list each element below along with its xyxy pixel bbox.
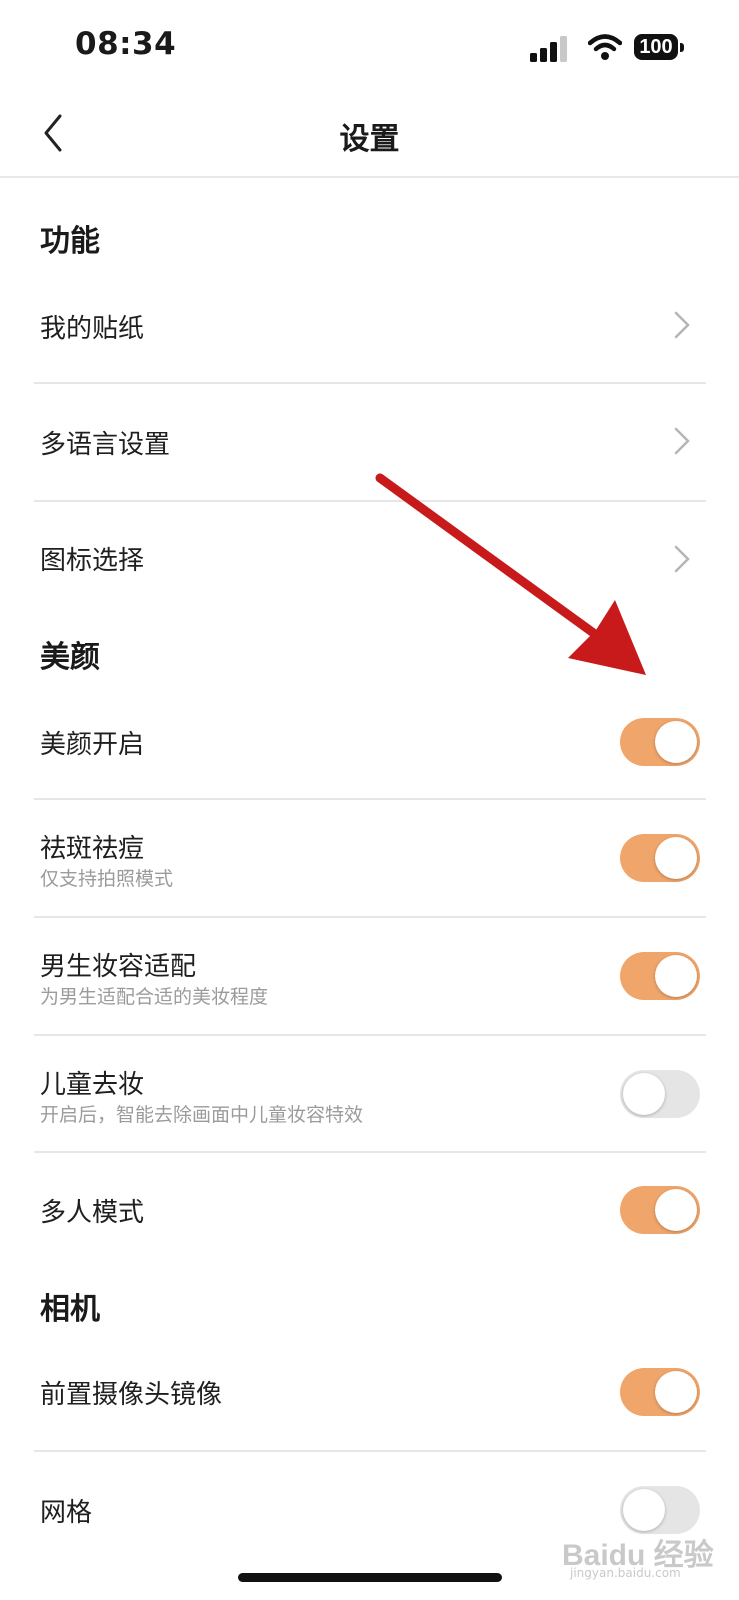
section-title-camera: 相机 bbox=[40, 1292, 100, 1327]
toggle-knob bbox=[655, 837, 697, 879]
toggle-knob bbox=[623, 1489, 665, 1531]
beauty-on-toggle[interactable] bbox=[620, 718, 700, 766]
nav-bar: 设置 bbox=[0, 96, 739, 178]
section-title-features: 功能 bbox=[40, 224, 100, 259]
row-label: 儿童去妆 bbox=[40, 1070, 145, 1100]
chevron-right-icon bbox=[674, 427, 690, 455]
toggle-knob bbox=[655, 721, 697, 763]
multi-person-toggle[interactable] bbox=[620, 1186, 700, 1234]
row-label: 多语言设置 bbox=[40, 430, 171, 460]
row-label: 美颜开启 bbox=[40, 730, 145, 760]
toggle-knob bbox=[655, 955, 697, 997]
row-sublabel: 仅支持拍照模式 bbox=[40, 868, 174, 890]
watermark-url: jingyan.baidu.com bbox=[570, 1566, 681, 1580]
row-multi-person: 多人模式 bbox=[34, 1168, 706, 1254]
battery-icon: 100 bbox=[634, 34, 686, 64]
front-mirror-toggle[interactable] bbox=[620, 1368, 700, 1416]
toggle-knob bbox=[655, 1371, 697, 1413]
home-indicator[interactable] bbox=[238, 1573, 502, 1582]
chevron-right-icon bbox=[674, 311, 690, 339]
child-makeup-toggle[interactable] bbox=[620, 1070, 700, 1118]
annotation-arrow bbox=[375, 473, 646, 675]
grid-toggle[interactable] bbox=[620, 1486, 700, 1534]
blemish-toggle[interactable] bbox=[620, 834, 700, 882]
row-label: 图标选择 bbox=[40, 546, 145, 576]
row-label: 我的贴纸 bbox=[40, 314, 145, 344]
row-label: 网格 bbox=[40, 1498, 93, 1528]
status-time: 08:34 bbox=[75, 26, 177, 62]
battery-level: 100 bbox=[634, 34, 678, 60]
row-child-makeup: 儿童去妆 开启后，智能去除画面中儿童妆容特效 bbox=[34, 1052, 706, 1150]
toggle-knob bbox=[655, 1189, 697, 1231]
row-male-makeup: 男生妆容适配 为男生适配合适的美妆程度 bbox=[34, 934, 706, 1032]
signal-icon bbox=[530, 36, 567, 62]
divider bbox=[34, 916, 706, 918]
divider bbox=[34, 382, 706, 384]
toggle-knob bbox=[623, 1073, 665, 1115]
row-blemish: 祛斑祛痘 仅支持拍照模式 bbox=[34, 816, 706, 914]
row-sublabel: 为男生适配合适的美妆程度 bbox=[40, 986, 269, 1008]
row-label: 男生妆容适配 bbox=[40, 952, 197, 982]
page-title: 设置 bbox=[339, 122, 400, 157]
section-title-beauty: 美颜 bbox=[40, 640, 100, 675]
divider bbox=[34, 798, 706, 800]
row-my-stickers[interactable]: 我的贴纸 bbox=[34, 286, 706, 382]
row-label: 多人模式 bbox=[40, 1198, 145, 1228]
row-label: 祛斑祛痘 bbox=[40, 834, 145, 864]
row-label: 前置摄像头镜像 bbox=[40, 1380, 223, 1410]
wifi-icon bbox=[588, 34, 622, 60]
battery-cap bbox=[680, 43, 684, 52]
chevron-right-icon bbox=[674, 545, 690, 573]
male-makeup-toggle[interactable] bbox=[620, 952, 700, 1000]
row-beauty-on: 美颜开启 bbox=[34, 700, 706, 798]
divider bbox=[34, 1151, 706, 1153]
status-bar: 08:34 100 bbox=[0, 0, 739, 96]
row-sublabel: 开启后，智能去除画面中儿童妆容特效 bbox=[40, 1104, 364, 1126]
row-front-mirror: 前置摄像头镜像 bbox=[34, 1350, 706, 1448]
divider bbox=[34, 1450, 706, 1452]
divider bbox=[34, 1034, 706, 1036]
